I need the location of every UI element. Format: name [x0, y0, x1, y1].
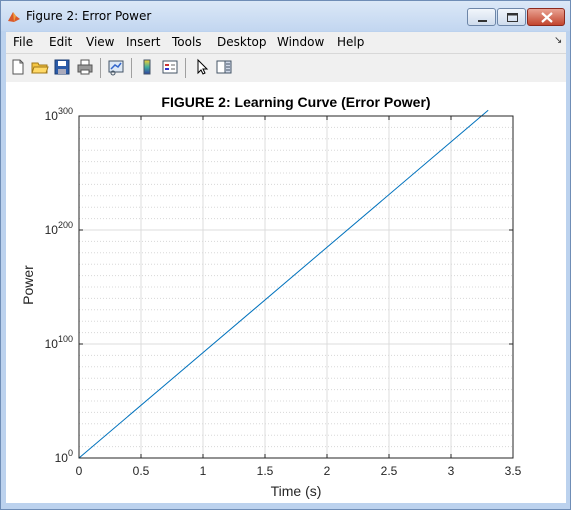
menu-window[interactable]: Window	[277, 35, 324, 49]
close-button[interactable]	[527, 8, 565, 26]
minimize-icon	[478, 20, 487, 22]
title-bar[interactable]: Figure 2: Error Power	[1, 1, 570, 31]
menu-view[interactable]: View	[86, 35, 114, 49]
menu-desktop[interactable]: Desktop	[217, 35, 267, 49]
y-tick-label: 100	[55, 448, 73, 465]
x-tick-label: 2.5	[381, 464, 398, 478]
colorbar-icon[interactable]	[138, 58, 156, 76]
x-axis-label: Time (s)	[271, 483, 322, 499]
figure-window: Figure 2: Error Power File Edit View Ins…	[0, 0, 571, 510]
menu-insert[interactable]: Insert	[126, 35, 160, 49]
menu-help[interactable]: Help	[337, 35, 364, 49]
matlab-app-icon	[8, 12, 20, 22]
error-power-chart[interactable]: 0 0.5 1 1.5 2 2.5 3 3.5 100 10100 10200 10300 FIGU…	[6, 82, 566, 503]
floppy-disk-icon[interactable]	[53, 58, 71, 76]
maximize-icon	[507, 13, 518, 22]
new-document-icon[interactable]	[9, 58, 27, 76]
y-axis-label: Power	[20, 265, 36, 305]
toolbar-separator	[131, 58, 132, 78]
y-ticks: 100 10100 10200 10300	[45, 106, 513, 465]
toolbar	[6, 53, 566, 83]
toolbar-separator	[100, 58, 101, 78]
minimize-button[interactable]	[467, 8, 496, 26]
x-tick-label: 3.5	[505, 464, 522, 478]
y-tick-label: 10100	[45, 334, 73, 351]
x-tick-label: 2	[324, 464, 331, 478]
menu-edit[interactable]: Edit	[49, 35, 72, 49]
grid	[78, 115, 514, 459]
x-tick-label: 0	[76, 464, 83, 478]
plot-tools-icon[interactable]	[215, 58, 233, 76]
series-line	[78, 109, 489, 459]
figure-canvas: 0 0.5 1 1.5 2 2.5 3 3.5 100 10100 10200 10300 FIGU…	[6, 82, 566, 503]
chevron-double-icon[interactable]: ↘	[554, 35, 562, 46]
cursor-arrow-icon[interactable]	[193, 58, 211, 76]
close-icon	[541, 12, 553, 23]
menu-tools[interactable]: Tools	[172, 35, 202, 49]
printer-icon[interactable]	[76, 58, 94, 76]
y-tick-label: 10200	[45, 220, 73, 237]
maximize-button[interactable]	[497, 8, 526, 26]
window-title: Figure 2: Error Power	[26, 9, 152, 23]
toolbar-separator	[185, 58, 186, 78]
x-tick-label: 3	[448, 464, 455, 478]
x-tick-label: 1.5	[257, 464, 274, 478]
y-tick-label: 10300	[45, 106, 73, 123]
link-plot-icon[interactable]	[107, 58, 125, 76]
legend-icon[interactable]	[161, 58, 179, 76]
chart-title: FIGURE 2: Learning Curve (Error Power)	[161, 94, 430, 110]
x-tick-label: 0.5	[133, 464, 150, 478]
menu-file[interactable]: File	[13, 35, 33, 49]
folder-open-icon[interactable]	[31, 58, 49, 76]
menu-bar: File Edit View Insert Tools Desktop Wind…	[6, 32, 566, 53]
x-tick-label: 1	[200, 464, 207, 478]
